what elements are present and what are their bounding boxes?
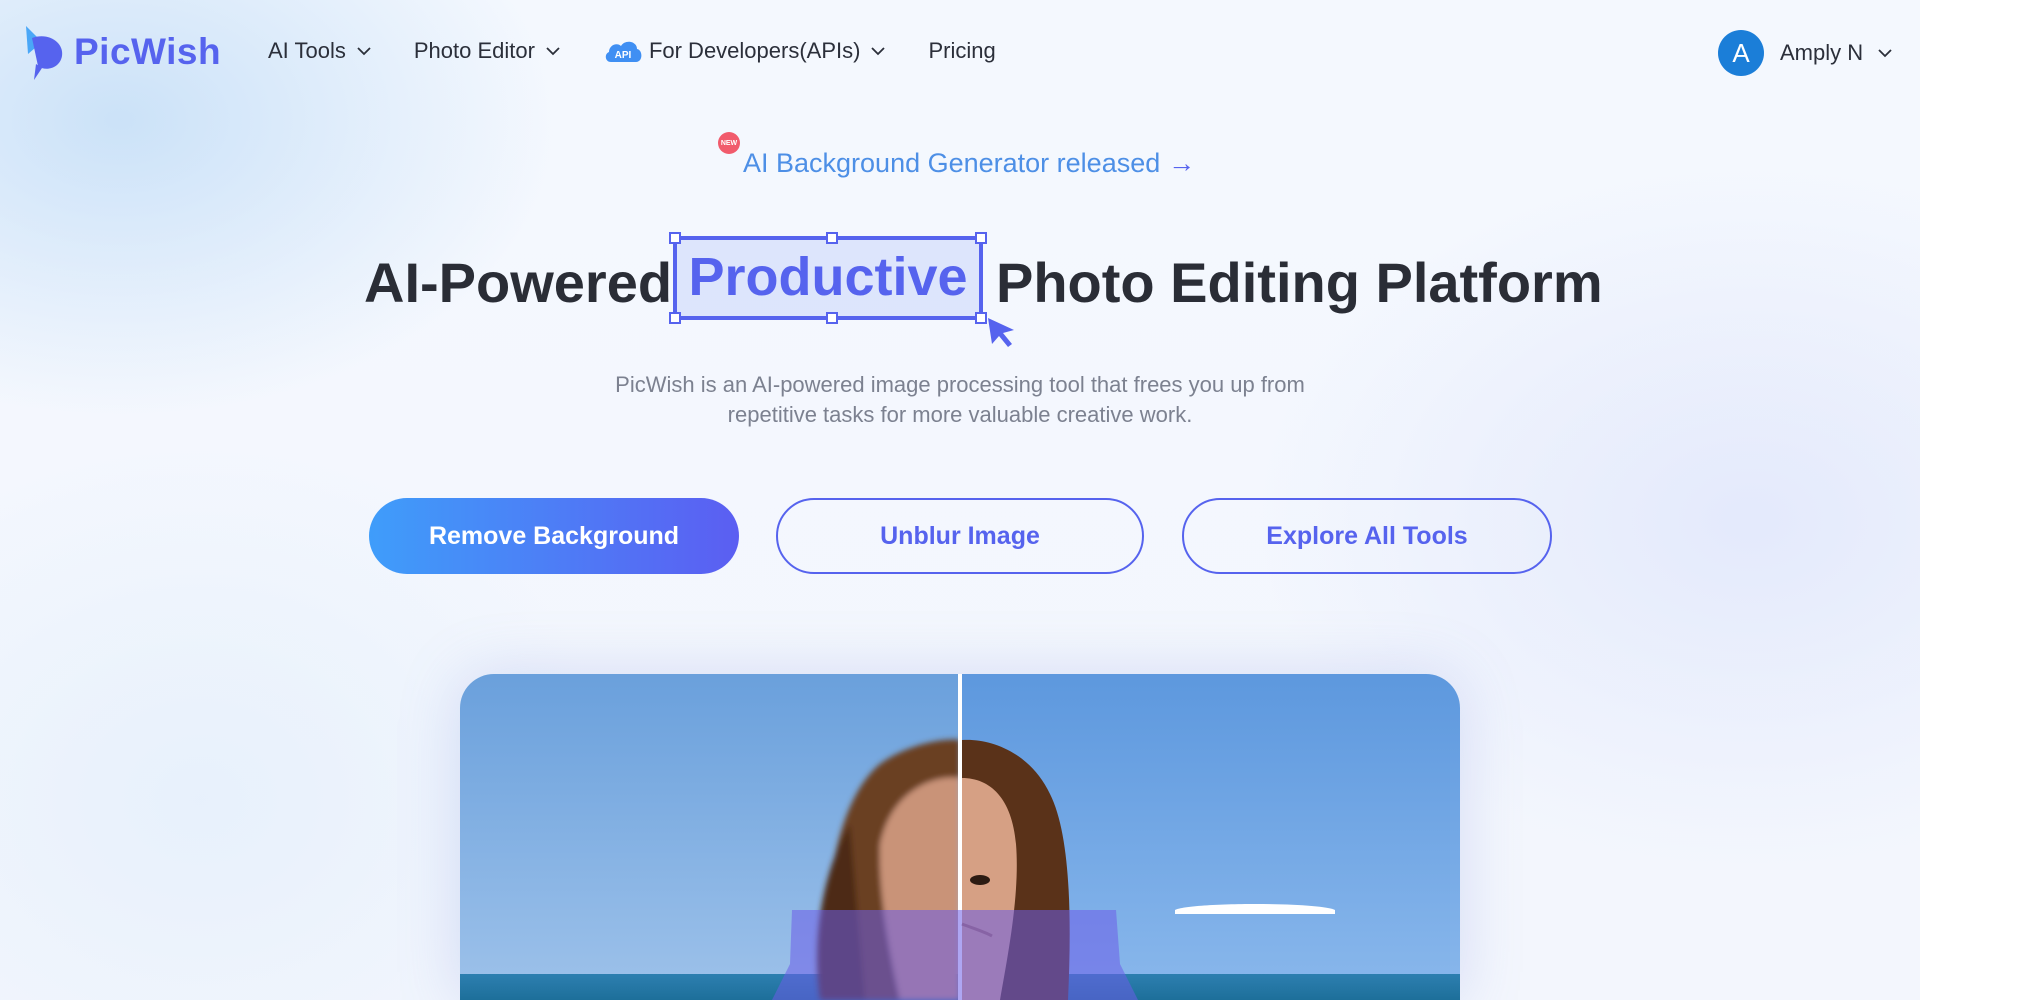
announcement-label: AI Background Generator released: [743, 148, 1161, 178]
logo-text: PicWish: [74, 31, 222, 72]
nav-ai-tools[interactable]: AI Tools: [268, 38, 372, 64]
avatar: A: [1718, 30, 1764, 76]
nav-developers-label: For Developers(APIs): [648, 38, 861, 63]
page-margin: [1920, 0, 2022, 1000]
explore-all-tools-button[interactable]: Explore All Tools: [1182, 498, 1552, 574]
nav-photo-editor[interactable]: Photo Editor: [414, 38, 561, 64]
chevron-down-icon: [546, 47, 560, 56]
logo-link[interactable]: PicWish: [22, 24, 221, 80]
api-badge-text: API: [615, 50, 632, 61]
selection-handle: [975, 232, 987, 244]
hero-subtitle: PicWish is an AI-powered image processin…: [560, 370, 1360, 430]
nav-photo-editor-label: Photo Editor: [413, 38, 535, 63]
chevron-down-icon: [871, 47, 886, 56]
hero-title-highlight: Productive: [688, 247, 968, 307]
api-cloud-icon: API: [605, 41, 642, 62]
cursor-arrow-icon: [988, 318, 1014, 347]
nav-pricing-label: Pricing: [928, 38, 996, 63]
selection-handle: [826, 312, 838, 324]
before-after-preview[interactable]: [460, 674, 1460, 1000]
unblur-image-button[interactable]: Unblur Image: [776, 498, 1144, 574]
nav-developers[interactable]: API For Developers(APIs): [603, 38, 887, 64]
hero-title-before: AI-Powered: [364, 251, 673, 314]
selection-handle: [826, 232, 838, 244]
remove-background-button[interactable]: Remove Background: [369, 498, 739, 574]
preview-photo: [460, 674, 1460, 1000]
selection-handle: [669, 312, 681, 324]
top-navigation: PicWish AI Tools Photo Editor API For De…: [0, 0, 1920, 106]
hero-subtitle-line: PicWish is an AI-powered image processin…: [615, 372, 1305, 397]
page-background: PicWish AI Tools Photo Editor API For De…: [0, 0, 1920, 1000]
user-menu[interactable]: A Amply N: [1718, 30, 1893, 76]
main-nav: AI Tools Photo Editor API For Developers…: [268, 38, 1038, 64]
chevron-down-icon: [357, 47, 371, 56]
user-name: Amply N: [1780, 40, 1864, 65]
picwish-logo-icon: [26, 26, 63, 80]
selection-handle: [669, 232, 681, 244]
chevron-down-icon: [1878, 49, 1892, 58]
hero-highlight-box: Productive: [669, 232, 987, 324]
hero-subtitle-line: repetitive tasks for more valuable creat…: [727, 402, 1193, 427]
nav-pricing[interactable]: Pricing: [928, 38, 995, 64]
arrow-right-icon: →: [1168, 148, 1196, 178]
announcement-text: AI Background Generator released →: [743, 148, 1195, 179]
new-badge: NEW: [718, 132, 740, 154]
nav-ai-tools-label: AI Tools: [268, 38, 346, 63]
hero-title-after: Photo Editing Platform: [996, 251, 1603, 314]
